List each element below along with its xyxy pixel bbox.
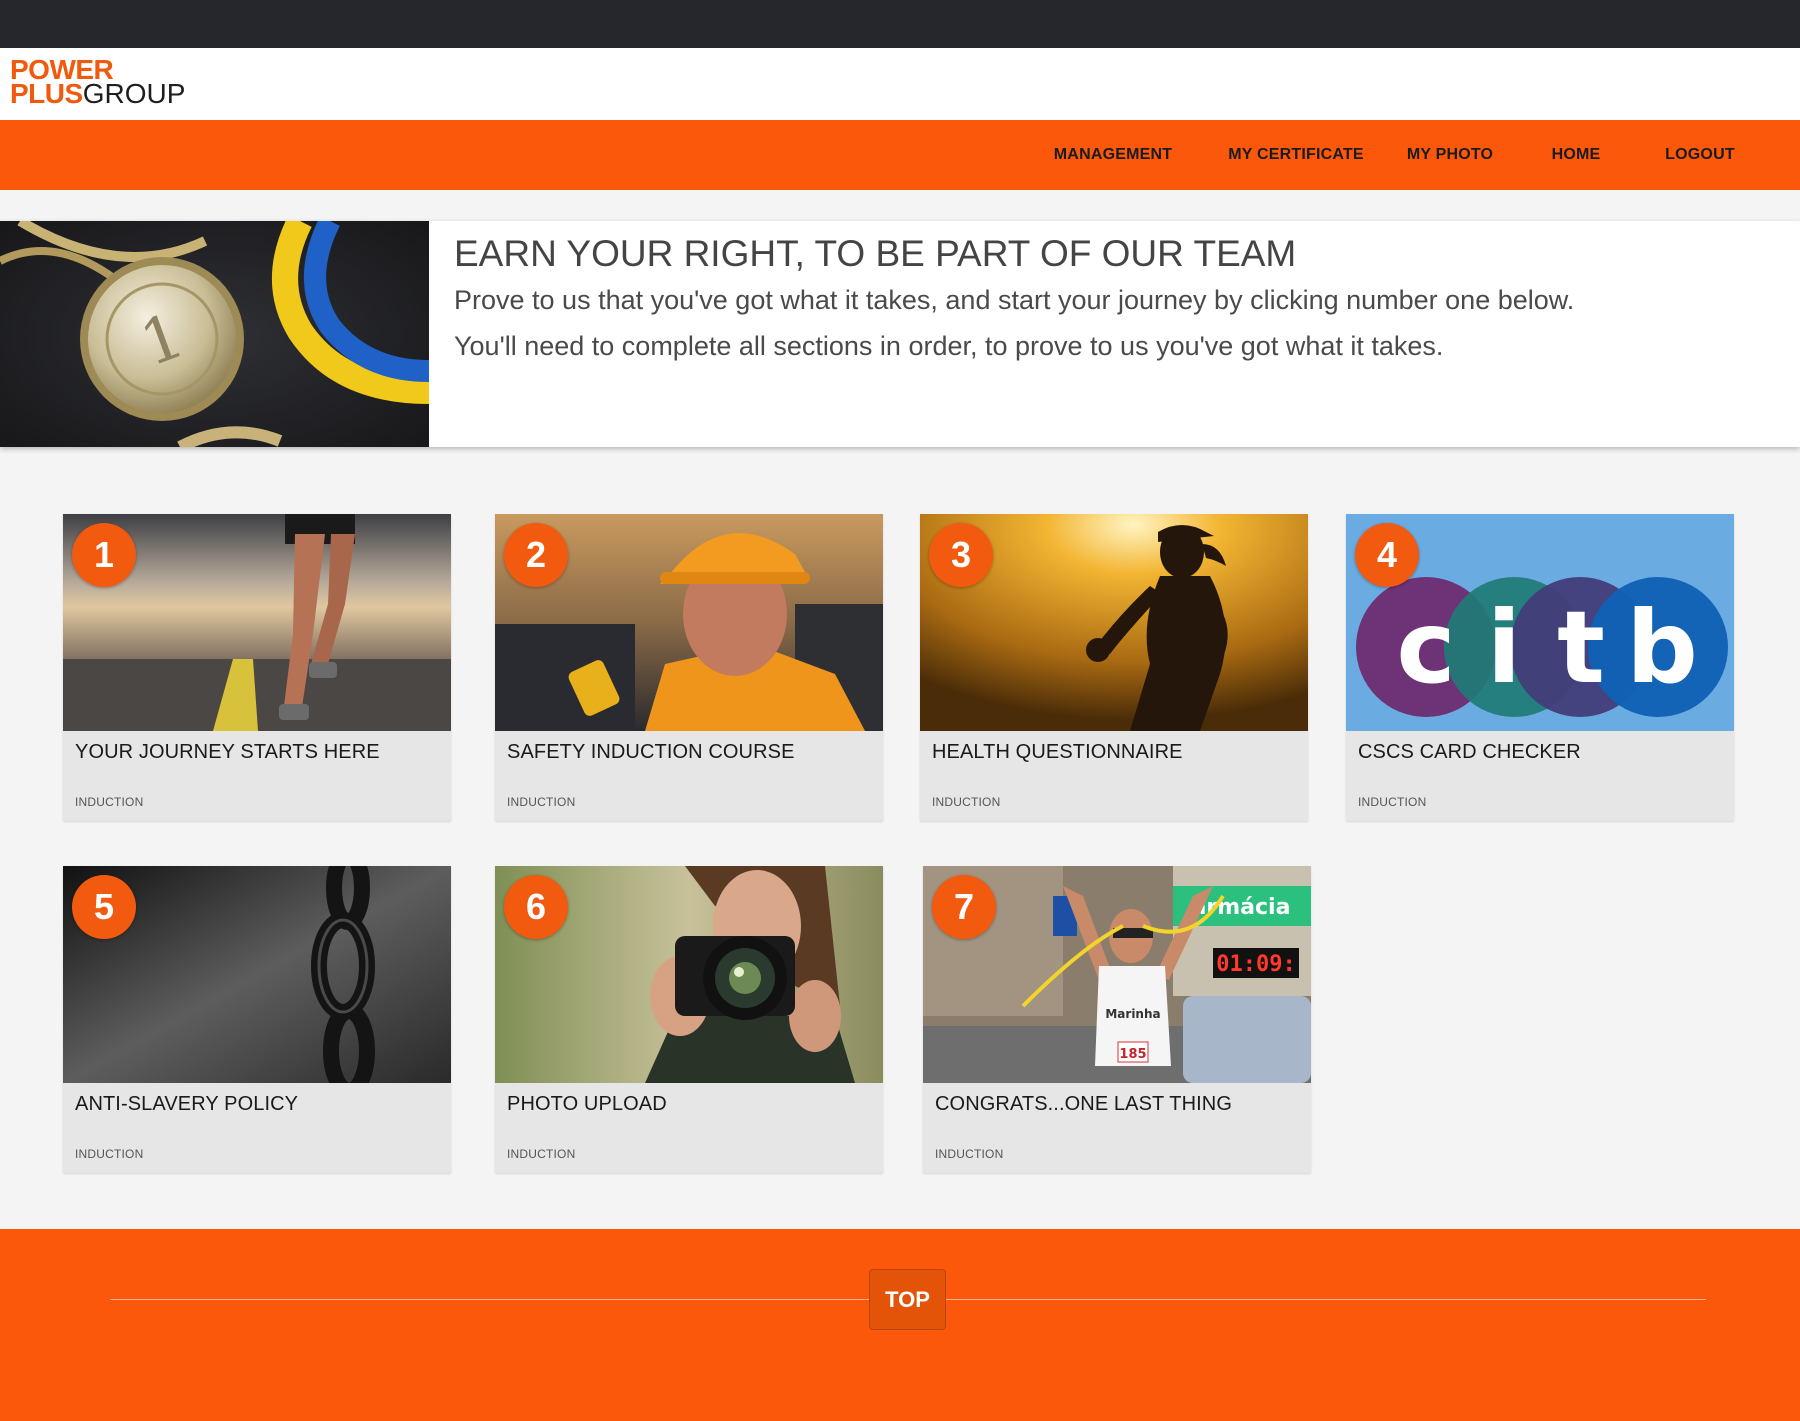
- card-title: ANTI-SLAVERY POLICY: [75, 1093, 299, 1115]
- citb-letter-i: i: [1487, 589, 1521, 706]
- course-card-2[interactable]: 2 SAFETY INDUCTION COURSE INDUCTION: [495, 514, 883, 821]
- step-number-badge: 3: [929, 523, 993, 587]
- hero-text-line1: Prove to us that you've got what it take…: [454, 285, 1575, 315]
- card-title: PHOTO UPLOAD: [507, 1093, 667, 1115]
- course-card-6[interactable]: 6 PHOTO UPLOAD INDUCTION: [495, 866, 883, 1173]
- hero-banner: 1 EARN YOUR RIGHT, TO BE PART OF OUR TEA…: [0, 221, 1800, 447]
- step-number-badge: 5: [72, 875, 136, 939]
- race-clock-text: 01:09:: [1216, 952, 1295, 977]
- nav-item-my-certificate[interactable]: MY CERTIFICATE: [1218, 120, 1374, 190]
- nav-item-my-photo[interactable]: MY PHOTO: [1396, 120, 1504, 190]
- main-nav: MANAGEMENT MY CERTIFICATE MY PHOTO HOME …: [0, 120, 1800, 190]
- race-bib-text: 185: [1119, 1047, 1146, 1062]
- brand-logo[interactable]: POWER PLUSGROUP: [10, 56, 185, 108]
- runner-shirt-text: Marinha: [1105, 1007, 1160, 1021]
- hero-text-line2: You'll need to complete all sections in …: [454, 331, 1444, 361]
- card-title: HEALTH QUESTIONNAIRE: [932, 741, 1183, 763]
- card-category: INDUCTION: [75, 1147, 144, 1161]
- course-card-7[interactable]: armácia 01:09: Marinha 185 7 CONGRATS...…: [923, 866, 1311, 1173]
- step-number-badge: 1: [72, 523, 136, 587]
- step-number-badge: 7: [932, 875, 996, 939]
- nav-item-management[interactable]: MANAGEMENT: [1040, 120, 1186, 190]
- citb-letter-b: b: [1626, 589, 1698, 706]
- brand-logo-line2: PLUSGROUP: [10, 80, 185, 108]
- footer-divider-left: [110, 1299, 869, 1300]
- step-number-badge: 6: [504, 875, 568, 939]
- card-title: CSCS CARD CHECKER: [1358, 741, 1581, 763]
- hero-title: EARN YOUR RIGHT, TO BE PART OF OUR TEAM: [454, 233, 1297, 274]
- card-title: CONGRATS...ONE LAST THING: [935, 1093, 1232, 1115]
- nav-item-home[interactable]: HOME: [1540, 120, 1612, 190]
- footer-divider-right: [946, 1299, 1706, 1300]
- step-number-badge: 2: [504, 523, 568, 587]
- card-title: YOUR JOURNEY STARTS HERE: [75, 741, 380, 763]
- card-category: INDUCTION: [1358, 795, 1427, 809]
- citb-letter-t: t: [1557, 589, 1605, 706]
- course-card-1[interactable]: 1 YOUR JOURNEY STARTS HERE INDUCTION: [63, 514, 451, 821]
- citb-letter-c: c: [1396, 589, 1455, 706]
- footer: TOP: [0, 1229, 1800, 1421]
- card-title: SAFETY INDUCTION COURSE: [507, 741, 795, 763]
- top-bar: [0, 0, 1800, 48]
- back-to-top-button[interactable]: TOP: [869, 1269, 946, 1330]
- brand-logo-plus: PLUS: [10, 78, 83, 109]
- card-category: INDUCTION: [507, 795, 576, 809]
- gold-medal-ribbon-image: 1: [0, 221, 429, 447]
- card-category: INDUCTION: [932, 795, 1001, 809]
- card-category: INDUCTION: [75, 795, 144, 809]
- header: [0, 48, 1800, 120]
- course-card-5[interactable]: 5 ANTI-SLAVERY POLICY INDUCTION: [63, 866, 451, 1173]
- step-number-badge: 4: [1355, 523, 1419, 587]
- card-category: INDUCTION: [507, 1147, 576, 1161]
- card-category: INDUCTION: [935, 1147, 1004, 1161]
- brand-logo-group: GROUP: [82, 78, 186, 109]
- course-card-3[interactable]: 3 HEALTH QUESTIONNAIRE INDUCTION: [920, 514, 1308, 821]
- nav-item-logout[interactable]: LOGOUT: [1658, 120, 1742, 190]
- course-card-4[interactable]: c i t b 4 CSCS CARD CHECKER INDUCTION: [1346, 514, 1734, 821]
